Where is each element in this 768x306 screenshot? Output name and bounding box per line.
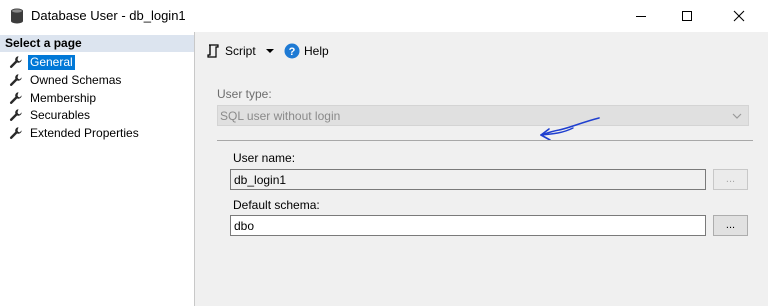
browse-label: ... [725, 219, 736, 231]
wrench-icon [9, 127, 22, 139]
select-page-header: Select a page [0, 35, 194, 52]
page-item-membership[interactable]: Membership [9, 90, 98, 106]
window-title: Database User - db_login1 [31, 8, 186, 23]
database-icon [11, 8, 23, 24]
script-button[interactable]: Script [205, 42, 276, 60]
select-page-title: Select a page [5, 36, 82, 50]
title-bar: Database User - db_login1 [0, 0, 768, 32]
annotation-arrow-icon [540, 117, 600, 141]
dropdown-arrow-icon[interactable] [264, 46, 276, 56]
svg-text:?: ? [289, 46, 296, 58]
minimize-button[interactable] [618, 0, 664, 32]
help-label: Help [304, 44, 329, 58]
user-name-field[interactable]: db_login1 [230, 169, 706, 190]
toolbar: Script ? Help [195, 32, 768, 70]
user-type-combobox[interactable]: SQL user without login [217, 105, 749, 126]
browse-label: ... [725, 173, 736, 185]
wrench-icon [9, 109, 22, 121]
page-item-general[interactable]: General [9, 54, 75, 70]
wrench-icon [9, 56, 22, 68]
chevron-down-icon [732, 113, 742, 119]
page-item-label: Owned Schemas [30, 72, 122, 87]
close-icon [733, 10, 745, 22]
wrench-icon [9, 92, 22, 104]
maximize-icon [682, 11, 692, 21]
user-name-label: User name: [233, 151, 296, 165]
page-item-label: Membership [30, 90, 97, 105]
general-page: Script ? Help User type: SQL user withou… [195, 32, 768, 306]
page-item-securables[interactable]: Securables [9, 107, 92, 123]
page-item-label: General [28, 54, 75, 70]
page-item-label: Securables [30, 107, 91, 122]
default-schema-browse-button[interactable]: ... [713, 215, 748, 236]
help-button[interactable]: ? Help [284, 42, 329, 60]
select-page-panel: Select a page General Owned Schemas Memb… [0, 32, 195, 306]
user-name-value: db_login1 [234, 173, 287, 187]
default-schema-label: Default schema: [233, 198, 320, 212]
script-label: Script [225, 44, 256, 58]
page-item-extended-properties[interactable]: Extended Properties [9, 125, 141, 141]
close-button[interactable] [716, 0, 762, 32]
help-icon: ? [284, 43, 300, 59]
default-schema-value: dbo [234, 219, 255, 233]
minimize-icon [636, 16, 646, 17]
user-type-label: User type: [217, 87, 272, 101]
user-type-value: SQL user without login [220, 109, 341, 123]
wrench-icon [9, 74, 22, 86]
script-icon [207, 44, 219, 58]
separator [217, 140, 753, 141]
default-schema-field[interactable]: dbo [230, 215, 706, 236]
maximize-button[interactable] [664, 0, 710, 32]
user-name-browse-button[interactable]: ... [713, 169, 748, 190]
page-item-owned-schemas[interactable]: Owned Schemas [9, 72, 123, 88]
page-item-label: Extended Properties [30, 125, 139, 140]
